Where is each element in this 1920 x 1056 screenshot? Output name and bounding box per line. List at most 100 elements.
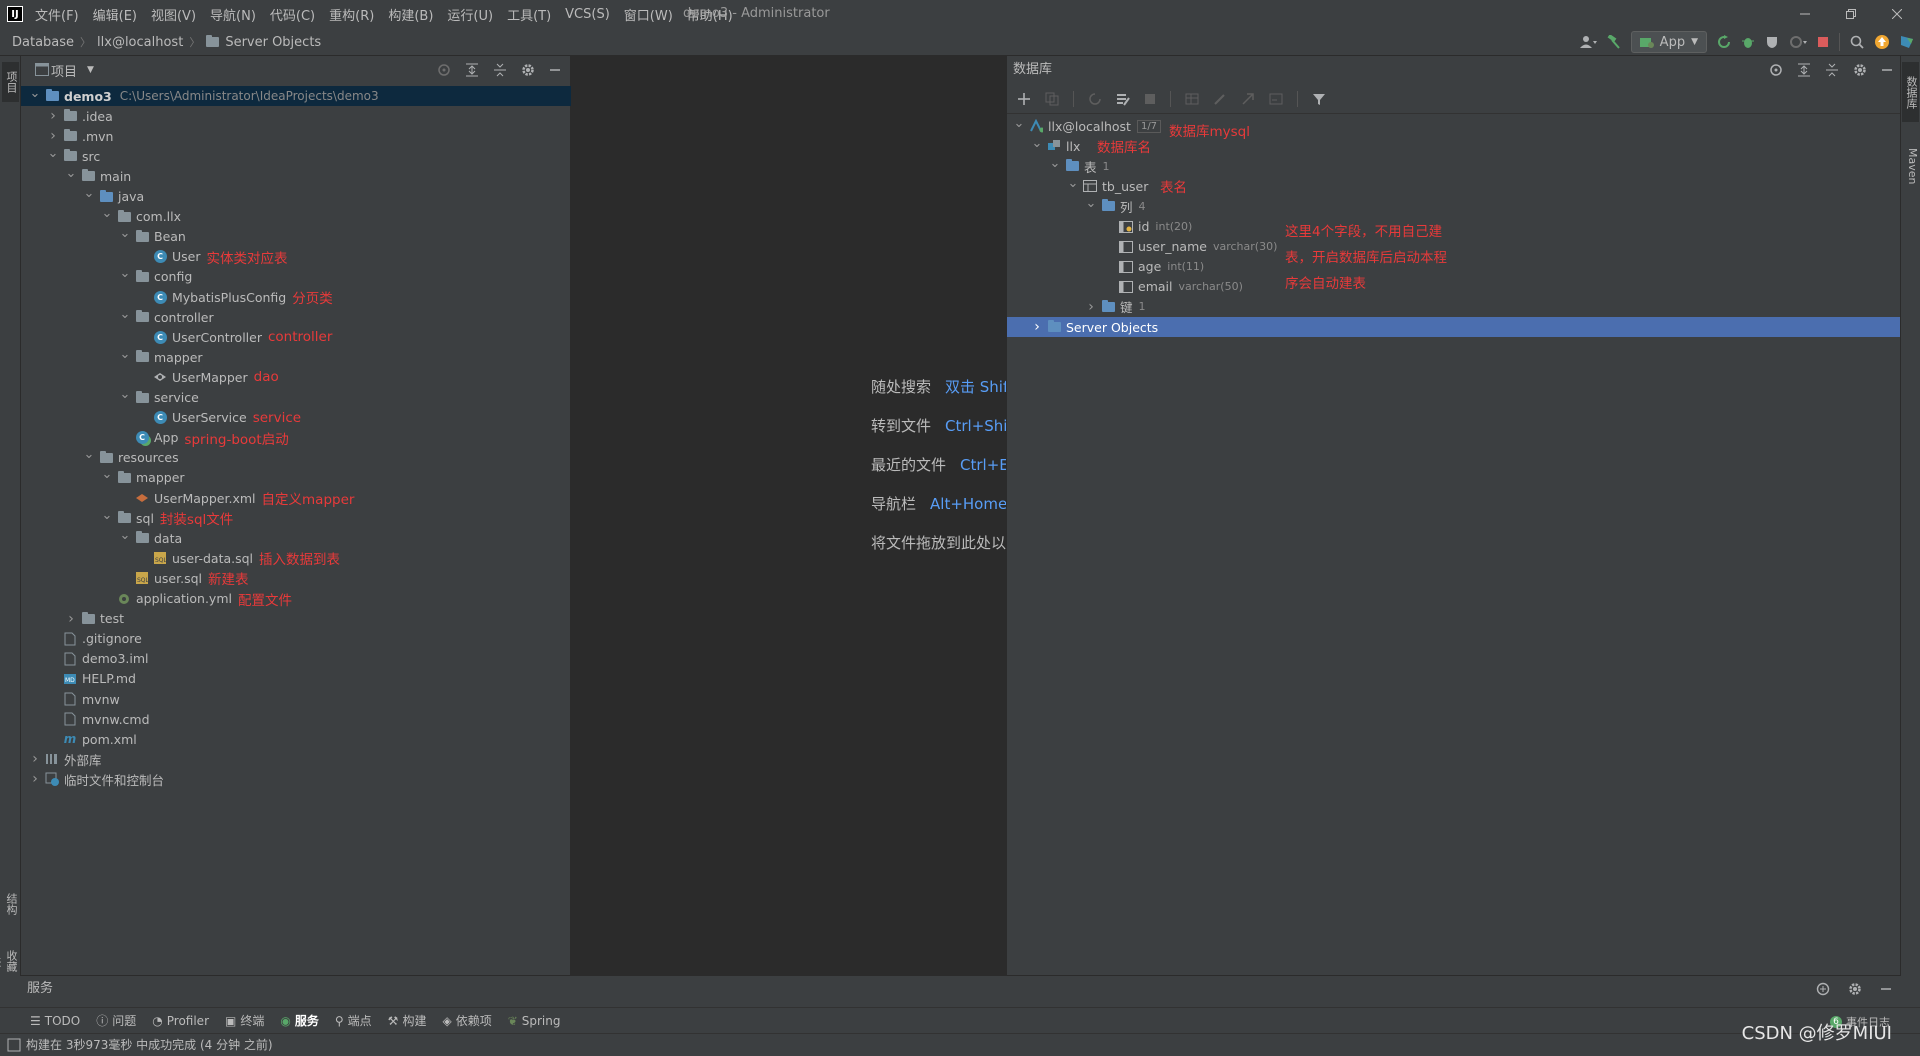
menu-edit[interactable]: 编辑(E) [93, 5, 137, 24]
menu-tools[interactable]: 工具(T) [507, 5, 551, 24]
refresh-icon[interactable] [1088, 92, 1102, 106]
status-message[interactable]: 构建在 3秒973毫秒 中成功完成 (4 分钟 之前) [26, 1034, 273, 1056]
menu-run[interactable]: 运行(U) [447, 5, 493, 24]
menu-file[interactable]: 文件(F) [35, 5, 79, 24]
tab-services[interactable]: ◉ 服务 [280, 1012, 319, 1029]
project-tree-item[interactable]: mvnw.cmd [21, 709, 571, 729]
chevron-right-icon[interactable]: › [65, 611, 77, 627]
breadcrumb-database[interactable]: Database [12, 35, 74, 50]
tab-endpoints[interactable]: ⚲ 端点 [335, 1012, 372, 1029]
project-tree-item[interactable]: ⌄ src [21, 146, 571, 166]
project-tree-item[interactable]: UserMapper dao [21, 367, 571, 387]
project-tree-item[interactable]: ⌄ main [21, 166, 571, 186]
jump-icon[interactable] [1241, 92, 1255, 106]
chevron-right-icon[interactable]: › [47, 128, 59, 144]
run-configuration-dropdown[interactable]: App ▼ [1630, 31, 1707, 53]
chevron-down-icon[interactable]: ⌄ [65, 166, 77, 181]
chevron-right-icon[interactable]: › [47, 108, 59, 124]
project-tree-item[interactable]: SQL user-data.sql 插入数据到表 [21, 548, 571, 568]
tab-terminal[interactable]: ▣ 终端 [225, 1012, 264, 1029]
chevron-down-icon[interactable]: ⌄ [1067, 176, 1079, 191]
chevron-down-icon[interactable]: ⌄ [1085, 196, 1097, 211]
gear-icon[interactable] [1853, 63, 1867, 77]
locate-file-icon[interactable] [437, 63, 451, 77]
chevron-down-icon[interactable]: ⌄ [1031, 136, 1043, 151]
expand-all-icon[interactable] [465, 63, 479, 77]
properties-icon[interactable] [1116, 92, 1130, 106]
project-tree-item[interactable]: ⌄ com.llx [21, 206, 571, 227]
database-tree-item[interactable]: ⌄ 列 4 [1007, 196, 1901, 216]
tab-profiler[interactable]: ◔ Profiler [152, 1014, 209, 1028]
restore-button[interactable] [1828, 0, 1874, 28]
menu-view[interactable]: 视图(V) [151, 5, 196, 24]
breadcrumb-datasource[interactable]: llx@localhost [97, 35, 183, 50]
chevron-down-icon[interactable]: ⌄ [101, 508, 113, 523]
expand-all-icon[interactable] [1797, 63, 1811, 77]
collapse-all-icon[interactable] [1825, 63, 1839, 77]
tab-spring[interactable]: ❦ Spring [508, 1014, 561, 1028]
hide-panel-icon[interactable] [1880, 983, 1892, 995]
chevron-down-icon[interactable]: ⌄ [119, 347, 131, 362]
project-tree-item[interactable]: SQL user.sql 新建表 [21, 568, 571, 588]
project-tree-item[interactable]: ⌄ mapper [21, 347, 571, 367]
project-tree-item[interactable]: C App spring-boot启动 [21, 428, 571, 448]
update-available-icon[interactable] [1874, 34, 1890, 50]
project-tree-item[interactable]: MD HELP.md [21, 669, 571, 689]
tab-problems[interactable]: ⓘ 问题 [96, 1012, 136, 1029]
project-tree-item[interactable]: › 临时文件和控制台 [21, 769, 571, 789]
chevron-down-icon[interactable]: ⌄ [83, 186, 95, 201]
project-tree-item[interactable]: C UserService service [21, 408, 571, 428]
locate-icon[interactable] [1769, 63, 1783, 77]
menu-build[interactable]: 构建(B) [388, 5, 433, 24]
project-tree-item[interactable]: ⌄ data [21, 528, 571, 548]
build-hammer-icon[interactable] [1607, 35, 1621, 49]
menu-code[interactable]: 代码(C) [270, 5, 315, 24]
project-tree-item[interactable]: C MybatisPlusConfig 分页类 [21, 287, 571, 307]
project-tree-item[interactable]: C User 实体类对应表 [21, 247, 571, 267]
filter-icon[interactable] [1312, 92, 1326, 106]
project-tree-item[interactable]: ⌄ java [21, 186, 571, 207]
menu-refactor[interactable]: 重构(R) [329, 5, 374, 24]
project-tree-item[interactable]: ⌄ Bean [21, 226, 571, 247]
jetbrains-toolbox-icon[interactable] [1900, 35, 1914, 49]
project-tree-item[interactable]: ⌄ resources [21, 447, 571, 468]
table-editor-icon[interactable] [1185, 92, 1199, 106]
gear-icon[interactable] [1848, 982, 1862, 996]
project-tree-item[interactable]: ⌄ mapper [21, 467, 571, 488]
copy-icon[interactable] [1045, 92, 1059, 106]
coverage-icon[interactable] [1765, 35, 1779, 49]
tab-todo[interactable]: ☰ TODO [30, 1014, 80, 1028]
chevron-right-icon[interactable]: › [29, 771, 41, 787]
project-tree-item[interactable]: › .mvn [21, 126, 571, 146]
status-toggle-icon[interactable] [7, 1038, 21, 1052]
structure-tool-tab[interactable]: 结构 [2, 884, 19, 924]
breadcrumb-server-objects[interactable]: Server Objects [225, 35, 321, 50]
close-button[interactable] [1874, 0, 1920, 28]
project-tree-item[interactable]: application.yml 配置文件 [21, 589, 571, 609]
hide-panel-icon[interactable] [1881, 64, 1893, 76]
project-tree-item[interactable]: C UserController controller [21, 327, 571, 347]
database-tool-tab[interactable]: 数据库 [1902, 62, 1919, 122]
project-tree-item[interactable]: ⌄ demo3 C:\Users\Administrator\IdeaProject… [21, 86, 571, 106]
chevron-down-icon[interactable]: ⌄ [119, 266, 131, 281]
chevron-down-icon[interactable]: ⌄ [119, 387, 131, 402]
chevron-down-icon[interactable]: ▼ [87, 65, 94, 75]
database-tree-item[interactable]: › Server Objects [1007, 317, 1901, 337]
console-icon[interactable] [1269, 92, 1283, 106]
profile-icon[interactable] [1789, 35, 1807, 49]
project-tree-item[interactable]: demo3.iml [21, 649, 571, 669]
project-tree-item[interactable]: mvnw [21, 689, 571, 709]
project-tree-item[interactable]: ⌄ sql 封装sql文件 [21, 508, 571, 529]
maven-tool-tab[interactable]: Maven [1902, 136, 1919, 196]
tab-build[interactable]: ⚒ 构建 [388, 1012, 427, 1029]
add-icon[interactable] [1017, 92, 1031, 106]
chevron-down-icon[interactable]: ⌄ [101, 206, 113, 221]
database-tree-item[interactable]: ⌄ llx@localhost 1/7 [1007, 116, 1901, 136]
project-tree-item[interactable]: .gitignore [21, 629, 571, 649]
gear-icon[interactable] [521, 63, 535, 77]
tab-dependencies[interactable]: ◈ 依赖项 [442, 1012, 491, 1029]
project-tree-item[interactable]: ⌄ controller [21, 307, 571, 327]
chevron-down-icon[interactable]: ⌄ [119, 307, 131, 322]
debug-bug-icon[interactable] [1741, 35, 1755, 49]
chevron-down-icon[interactable]: ⌄ [101, 467, 113, 482]
